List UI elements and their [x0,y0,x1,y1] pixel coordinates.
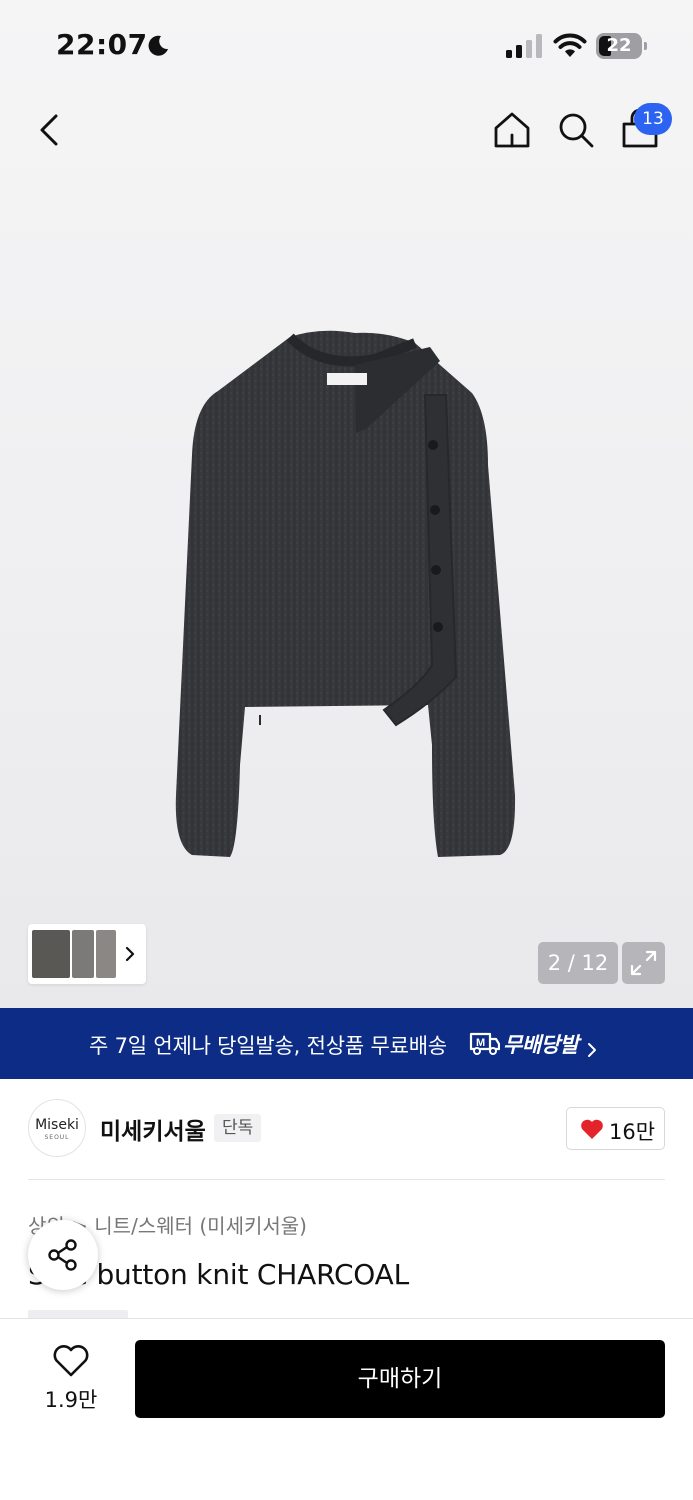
share-icon [48,1239,77,1271]
search-button[interactable] [554,108,598,152]
brand-logo-text: Miseki [35,1117,79,1133]
divider [28,1179,665,1180]
status-bar: 22:07 22 [0,0,693,90]
share-button[interactable] [28,1220,98,1290]
shipping-banner-text: 주 7일 언제나 당일발송, 전상품 무료배송 [89,1034,447,1058]
thumbnail-image[interactable] [96,930,116,978]
status-time: 22:07 [56,28,148,61]
svg-text:M: M [476,1037,485,1049]
thumbnail-image[interactable] [32,930,70,978]
moon-icon [148,35,168,56]
exclusive-badge: 단독 [214,1114,262,1142]
shipping-brand-label: 무배당발 [503,1033,579,1057]
brand-logo[interactable]: Miseki SEOUL [28,1099,86,1157]
brand-logo-subtext: SEOUL [44,1134,70,1141]
wishlist-button[interactable]: 1.9만 [36,1342,106,1418]
expand-image-button[interactable] [622,942,665,984]
brand-name[interactable]: 미세키서울 [100,1112,206,1146]
image-page-indicator: 2 / 12 [538,942,618,984]
cellular-signal-icon [506,34,542,58]
chevron-right-icon [125,946,135,962]
product-photo [175,330,516,857]
brand-like-button[interactable]: 16만 [566,1107,665,1150]
shipping-banner[interactable]: 주 7일 언제나 당일발송, 전상품 무료배송 M 무배당발 [0,1008,693,1079]
back-button[interactable] [30,108,70,152]
wishlist-count: 1.9만 [44,1388,98,1412]
buy-button[interactable]: 구매하기 [135,1340,665,1418]
wifi-icon [553,33,587,57]
delivery-truck-icon: M [469,1032,500,1055]
cart-count-badge: 13 [634,103,672,135]
thumbnail-strip[interactable] [28,924,146,984]
battery-level: 22 [606,35,632,56]
heart-outline-icon [53,1345,89,1377]
battery-icon: 22 [596,33,648,59]
brand-like-count: 16만 [609,1120,656,1144]
thumbnail-image[interactable] [72,930,94,978]
home-button[interactable] [490,108,534,152]
chevron-right-icon [588,1043,596,1057]
heart-filled-icon [581,1119,603,1139]
